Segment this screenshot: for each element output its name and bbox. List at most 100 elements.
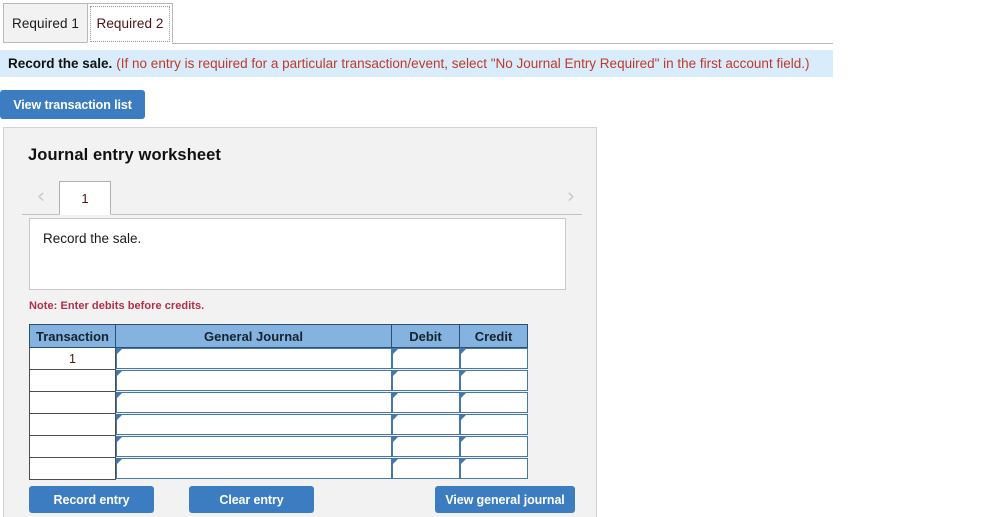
credit-cell[interactable] <box>459 392 528 414</box>
tab-strip-baseline <box>172 43 833 44</box>
general-journal-input-2[interactable] <box>116 370 392 391</box>
transaction-number-cell <box>29 391 116 414</box>
transaction-number-cell <box>29 435 116 458</box>
debit-cell[interactable] <box>391 436 460 458</box>
table-header-row: Transaction General Journal Debit Credit <box>29 324 528 348</box>
journal-entry-table: Transaction General Journal Debit Credit… <box>29 324 528 480</box>
chevron-left-icon[interactable]: ‹ <box>30 183 52 209</box>
dropdown-marker-icon <box>460 371 466 376</box>
table-row <box>29 369 528 392</box>
debit-input-1[interactable] <box>391 348 460 370</box>
transaction-number-cell <box>29 369 116 392</box>
credit-input-2[interactable] <box>459 370 528 391</box>
general-journal-cell[interactable] <box>116 436 392 458</box>
debit-cell[interactable] <box>391 348 460 370</box>
instruction-title: Record the sale. <box>8 56 113 71</box>
table-row <box>29 435 528 458</box>
record-entry-label: Record entry <box>53 492 130 507</box>
debit-cell[interactable] <box>391 370 460 392</box>
dropdown-marker-icon <box>460 415 466 420</box>
credit-cell[interactable] <box>459 436 528 458</box>
debit-input-2[interactable] <box>391 370 460 391</box>
debits-before-credits-note: Note: Enter debits before credits. <box>29 300 205 312</box>
dropdown-marker-icon <box>460 349 466 355</box>
dropdown-marker-icon <box>392 349 398 355</box>
credit-cell[interactable] <box>459 458 528 480</box>
dropdown-marker-icon <box>460 437 466 442</box>
dropdown-marker-icon <box>460 459 466 464</box>
instruction-hint: (If no entry is required for a particula… <box>116 56 810 71</box>
clear-entry-label: Clear entry <box>219 492 284 507</box>
dropdown-marker-icon <box>392 437 398 442</box>
dropdown-marker-icon <box>117 393 122 398</box>
debit-input-6[interactable] <box>391 458 460 479</box>
credit-input-6[interactable] <box>459 458 528 479</box>
worksheet-page-tab-1[interactable]: 1 <box>59 181 111 215</box>
worksheet-page-tab-1-label: 1 <box>81 190 89 206</box>
general-journal-cell[interactable] <box>116 370 392 392</box>
table-row <box>29 391 528 414</box>
dropdown-marker-icon <box>392 393 398 398</box>
general-journal-input-1[interactable] <box>116 348 392 370</box>
journal-entry-table-body: 1 <box>29 347 528 480</box>
journal-entry-worksheet-panel: Journal entry worksheet ‹ 1 › Record the… <box>3 127 597 517</box>
general-journal-cell[interactable] <box>116 414 392 436</box>
column-header-general-journal: General Journal <box>115 324 392 348</box>
dropdown-marker-icon <box>460 393 466 398</box>
debit-cell[interactable] <box>391 414 460 436</box>
required-tab-strip: Required 1 Required 2 <box>0 0 986 45</box>
worksheet-title: Journal entry worksheet <box>28 146 222 164</box>
chevron-right-icon[interactable]: › <box>560 183 582 209</box>
dropdown-marker-icon <box>392 415 398 420</box>
debit-cell[interactable] <box>391 458 460 480</box>
tab-required-2-label: Required 2 <box>96 15 164 31</box>
debit-input-3[interactable] <box>391 392 460 413</box>
general-journal-cell[interactable] <box>116 348 392 370</box>
column-header-transaction: Transaction <box>29 324 116 348</box>
view-transaction-list-label: View transaction list <box>13 97 132 112</box>
general-journal-cell[interactable] <box>116 392 392 414</box>
dropdown-marker-icon <box>117 415 122 420</box>
dropdown-marker-icon <box>117 437 122 442</box>
column-header-debit: Debit <box>391 324 460 348</box>
worksheet-description-text: Record the sale. <box>43 231 142 246</box>
credit-cell[interactable] <box>459 348 528 370</box>
general-journal-input-6[interactable] <box>116 458 392 479</box>
general-journal-input-3[interactable] <box>116 392 392 413</box>
general-journal-cell[interactable] <box>116 458 392 480</box>
dropdown-marker-icon <box>117 349 122 355</box>
credit-input-4[interactable] <box>459 414 528 435</box>
debit-cell[interactable] <box>391 392 460 414</box>
record-entry-button[interactable]: Record entry <box>29 486 154 513</box>
view-general-journal-label: View general journal <box>445 492 565 507</box>
table-row <box>29 413 528 436</box>
general-journal-input-5[interactable] <box>116 436 392 457</box>
transaction-number-cell <box>29 457 116 480</box>
column-header-credit: Credit <box>459 324 528 348</box>
view-transaction-list-button[interactable]: View transaction list <box>0 90 145 119</box>
tab-required-2[interactable]: Required 2 <box>87 3 173 43</box>
instruction-bar: Record the sale. (If no entry is require… <box>0 50 833 77</box>
view-general-journal-button[interactable]: View general journal <box>435 486 575 513</box>
credit-input-5[interactable] <box>459 436 528 457</box>
worksheet-pager: ‹ 1 › <box>22 177 582 215</box>
dropdown-marker-icon <box>117 371 122 376</box>
credit-cell[interactable] <box>459 370 528 392</box>
credit-input-1[interactable] <box>459 348 528 370</box>
tab-required-1-label: Required 1 <box>11 15 80 31</box>
worksheet-description-box: Record the sale. <box>29 218 566 290</box>
table-row: 1 <box>29 347 528 370</box>
dropdown-marker-icon <box>392 459 398 464</box>
dropdown-marker-icon <box>392 371 398 376</box>
clear-entry-button[interactable]: Clear entry <box>189 486 314 513</box>
general-journal-input-4[interactable] <box>116 414 392 435</box>
transaction-number-cell: 1 <box>29 347 116 370</box>
debit-input-5[interactable] <box>391 436 460 457</box>
credit-cell[interactable] <box>459 414 528 436</box>
dropdown-marker-icon <box>117 459 122 464</box>
credit-input-3[interactable] <box>459 392 528 413</box>
transaction-number-cell <box>29 413 116 436</box>
table-row <box>29 457 528 480</box>
tab-required-1[interactable]: Required 1 <box>3 3 88 43</box>
debit-input-4[interactable] <box>391 414 460 435</box>
